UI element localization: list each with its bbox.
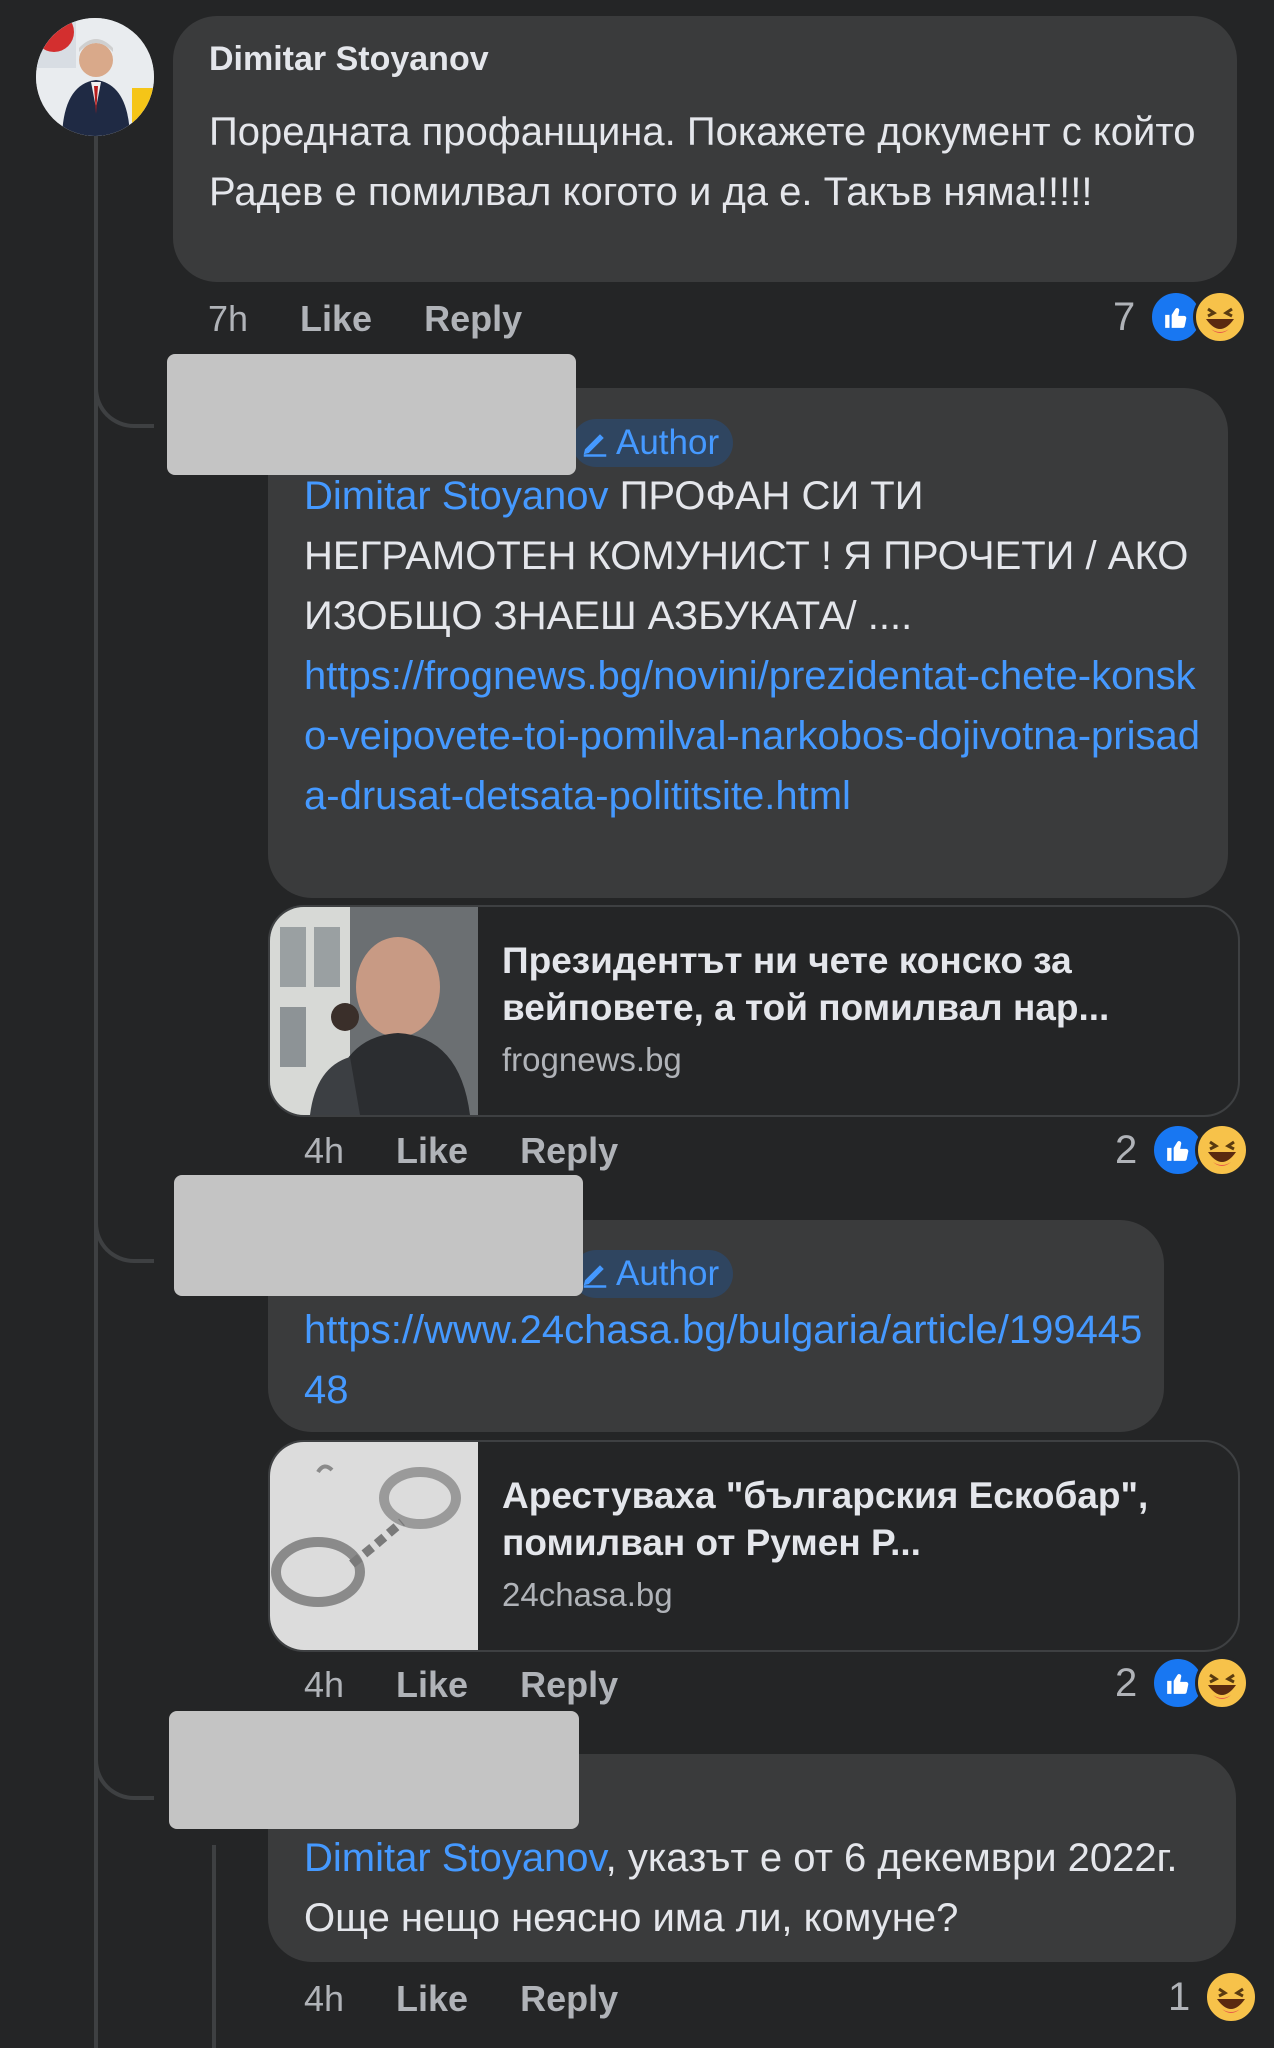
pencil-icon xyxy=(583,1265,607,1288)
reply-time: 4h xyxy=(304,1978,345,2019)
reply-button[interactable]: Reply xyxy=(424,298,522,340)
reply-text: Dimitar Stoyanov, указът е от 6 декември… xyxy=(304,1828,1214,1948)
reactions[interactable]: 1 xyxy=(1168,1970,1259,2024)
like-button[interactable]: Like xyxy=(300,298,372,340)
like-button[interactable]: Like xyxy=(396,1978,468,2020)
url-link[interactable]: https://frognews.bg/novini/prezidentat-c… xyxy=(304,654,1200,818)
mention-link[interactable]: Dimitar Stoyanov xyxy=(304,1836,606,1880)
like-button[interactable]: Like xyxy=(396,1664,468,1706)
reply-time: 4h xyxy=(304,1664,345,1705)
reply-button[interactable]: Reply xyxy=(520,1130,618,1172)
comment-text: Поредната профанщина. Покажете документ … xyxy=(209,110,1196,214)
reaction-count: 2 xyxy=(1115,1127,1138,1172)
thread-connector xyxy=(94,340,154,428)
link-thumbnail xyxy=(270,1442,478,1650)
haha-icon xyxy=(1195,1656,1250,1710)
reply-actions: 4h Like Reply xyxy=(304,1664,670,1706)
link-title: Президентът ни чете конско за вейповете,… xyxy=(502,940,1110,1028)
reaction-count: 1 xyxy=(1168,1974,1191,2019)
reply-actions: 4h Like Reply xyxy=(304,1978,670,2020)
avatar[interactable] xyxy=(36,18,154,136)
nested-thread-line xyxy=(212,1845,216,2048)
reactions[interactable]: 2 xyxy=(1115,1123,1250,1177)
link-preview-card[interactable]: Арестуваха "българския Ескобар", помилва… xyxy=(268,1440,1240,1652)
thread-connector xyxy=(94,1175,154,1263)
author-badge: Author xyxy=(572,1250,734,1298)
reaction-count: 2 xyxy=(1115,1660,1138,1705)
reactions[interactable]: 7 xyxy=(1113,290,1248,344)
thread-connector xyxy=(94,1712,154,1800)
reply-time: 4h xyxy=(304,1130,345,1171)
reply-actions: 4h Like Reply xyxy=(304,1130,670,1172)
redacted-name xyxy=(169,1711,579,1829)
reactions[interactable]: 2 xyxy=(1115,1656,1250,1710)
author-badge: Author xyxy=(572,419,734,467)
reply-button[interactable]: Reply xyxy=(520,1664,618,1706)
reaction-count: 7 xyxy=(1113,294,1136,339)
haha-icon xyxy=(1204,1970,1259,2024)
author-badge-label: Author xyxy=(616,1254,720,1293)
comment-actions: 7h Like Reply xyxy=(208,298,574,340)
haha-icon xyxy=(1193,290,1248,344)
like-button[interactable]: Like xyxy=(396,1130,468,1172)
mention-link[interactable]: Dimitar Stoyanov xyxy=(304,474,609,518)
link-domain: frognews.bg xyxy=(502,1041,682,1078)
comment-author[interactable]: Dimitar Stoyanov xyxy=(209,40,489,79)
link-thumbnail xyxy=(270,907,478,1115)
reply-button[interactable]: Reply xyxy=(520,1978,618,2020)
author-badge-label: Author xyxy=(616,423,720,462)
reply-text: https://www.24chasa.bg/bulgaria/article/… xyxy=(304,1300,1144,1420)
link-preview-card[interactable]: Президентът ни чете конско за вейповете,… xyxy=(268,905,1240,1117)
comment-time: 7h xyxy=(208,298,249,339)
redacted-name xyxy=(174,1175,583,1296)
url-link[interactable]: https://www.24chasa.bg/bulgaria/article/… xyxy=(304,1308,1142,1412)
link-domain: 24chasa.bg xyxy=(502,1576,673,1613)
comment-bubble: Dimitar Stoyanov Поредната профанщина. П… xyxy=(173,16,1237,282)
pencil-icon xyxy=(583,434,607,457)
link-title: Арестуваха "българския Ескобар", помилва… xyxy=(502,1475,1149,1563)
haha-icon xyxy=(1195,1123,1250,1177)
redacted-name xyxy=(167,354,576,475)
reply-text: Dimitar Stoyanov ПРОФАН СИ ТИ НЕГРАМОТЕН… xyxy=(304,466,1204,826)
